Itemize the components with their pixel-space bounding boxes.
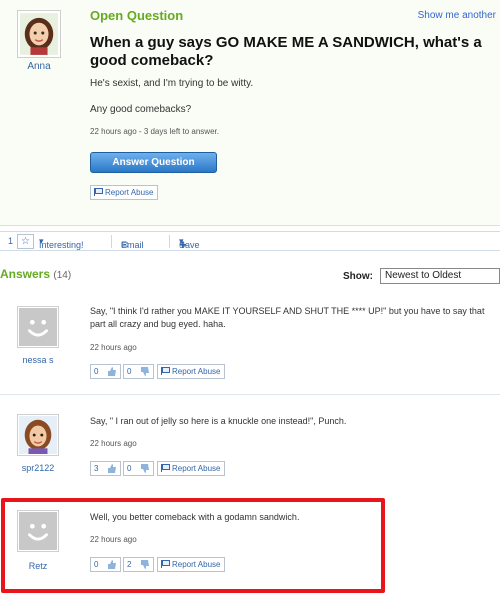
divider xyxy=(169,235,170,248)
answer-time: 22 hours ago xyxy=(90,439,137,448)
thumbs-down-button[interactable]: 0 xyxy=(123,364,154,379)
answer-user-name[interactable]: spr2122 xyxy=(8,463,68,473)
answer-text: Say, "I think I'd rather you MAKE IT YOU… xyxy=(90,306,485,329)
answer-text: Say, " I ran out of jelly so here is a k… xyxy=(90,416,347,426)
question-body-line: Any good comebacks? xyxy=(90,104,192,115)
interesting-button[interactable]: Interesting! ▾ xyxy=(39,236,84,250)
thumbs-up-count: 3 xyxy=(94,464,99,473)
question-body-line: He's sexist, and I'm trying to be witty. xyxy=(90,78,254,89)
answers-heading: Answers (14) xyxy=(0,267,71,281)
flag-icon xyxy=(94,188,103,196)
report-abuse-button[interactable]: Report Abuse xyxy=(157,461,226,476)
report-abuse-button[interactable]: Report Abuse xyxy=(90,185,159,200)
answer-time: 22 hours ago xyxy=(90,343,137,352)
sort-select[interactable]: Newest to Oldest xyxy=(380,268,500,284)
thumbs-down-count: 0 xyxy=(127,464,132,473)
answer-question-button[interactable]: Answer Question xyxy=(90,152,217,173)
default-avatar-icon xyxy=(19,308,57,346)
thumbs-down-count: 0 xyxy=(127,367,132,376)
female-avatar-icon xyxy=(20,13,58,55)
save-label: Save xyxy=(179,240,200,250)
action-bar: 1 ☆ Interesting! ▾ ✉ Email ✚ Save ▾ xyxy=(0,231,500,251)
thumbs-down-icon xyxy=(141,367,149,376)
email-label: Email xyxy=(121,240,144,250)
thumbs-up-icon xyxy=(108,367,116,376)
answers-title: Answers xyxy=(0,267,51,281)
report-abuse-label: Report Abuse xyxy=(172,367,221,376)
report-abuse-button[interactable]: Report Abuse xyxy=(157,364,226,379)
thumbs-up-button[interactable]: 3 xyxy=(90,461,121,476)
question-type-label: Open Question xyxy=(90,8,184,23)
question-meta: 22 hours ago - 3 days left to answer. xyxy=(90,127,219,136)
star-icon[interactable]: ☆ xyxy=(17,234,34,249)
save-button[interactable]: ✚ Save ▾ xyxy=(179,236,200,250)
thumbs-down-button[interactable]: 0 xyxy=(123,461,154,476)
report-abuse-label: Report Abuse xyxy=(105,188,154,197)
flag-icon xyxy=(161,367,170,375)
answer-avatar[interactable] xyxy=(17,306,59,348)
answer-user-name[interactable]: nessa s xyxy=(8,355,68,365)
sort-label: Show: xyxy=(343,271,373,282)
highlight-box xyxy=(1,498,385,593)
show-another-link[interactable]: Show me another xyxy=(418,10,496,21)
answers-count: (14) xyxy=(53,270,72,281)
asker-avatar[interactable] xyxy=(17,10,61,58)
thumbs-up-icon xyxy=(108,464,116,473)
flag-icon xyxy=(161,464,170,472)
divider xyxy=(111,235,112,248)
question-panel: Anna Open Question Show me another When … xyxy=(0,0,500,226)
thumbs-down-icon xyxy=(141,464,149,473)
thumbs-up-button[interactable]: 0 xyxy=(90,364,121,379)
interesting-count: 1 xyxy=(8,236,14,246)
answer-avatar[interactable] xyxy=(17,414,59,456)
report-abuse-label: Report Abuse xyxy=(172,464,221,473)
asker-name[interactable]: Anna xyxy=(17,61,61,72)
question-title: When a guy says GO MAKE ME A SANDWICH, w… xyxy=(90,34,482,69)
thumbs-up-count: 0 xyxy=(94,367,99,376)
female-avatar-icon xyxy=(19,416,57,454)
interesting-label: Interesting! xyxy=(39,240,84,250)
divider xyxy=(0,394,500,395)
